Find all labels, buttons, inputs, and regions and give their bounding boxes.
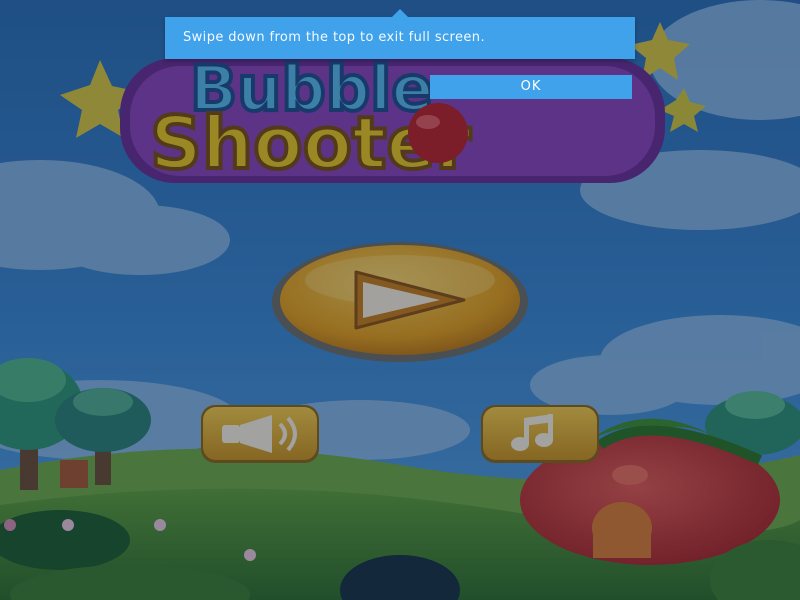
fullscreen-notice: Swipe down from the top to exit full scr… xyxy=(165,9,635,59)
play-button[interactable] xyxy=(272,242,528,362)
fullscreen-notice-text: Swipe down from the top to exit full scr… xyxy=(183,30,485,45)
ok-button[interactable]: OK xyxy=(430,75,632,99)
sound-button[interactable] xyxy=(201,405,319,463)
game-scene: Bubble Shooter xyxy=(0,0,800,600)
music-button[interactable] xyxy=(481,405,599,463)
